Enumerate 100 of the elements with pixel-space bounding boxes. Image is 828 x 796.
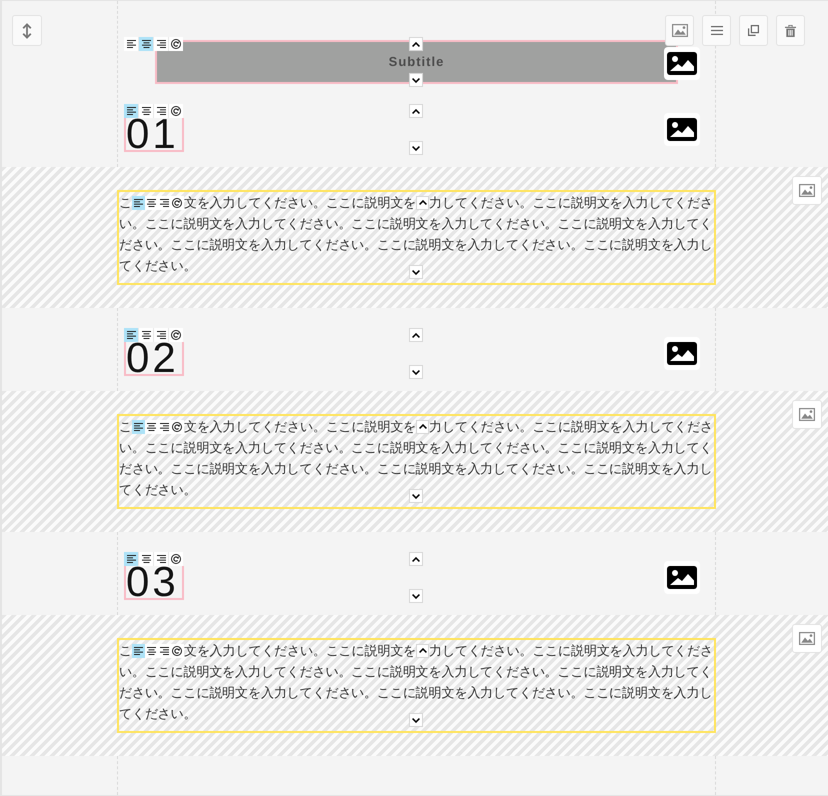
up-down-arrow-icon: [22, 22, 32, 38]
chevron-down-icon: [412, 594, 420, 598]
description-text: こ: [119, 418, 132, 436]
align-center-button[interactable]: [139, 328, 153, 342]
subtitle-text: Subtitle: [388, 54, 444, 69]
chevron-down-icon: [412, 78, 420, 82]
align-right-button[interactable]: [154, 37, 168, 51]
move-down-button[interactable]: [409, 713, 423, 727]
number-text: 02: [126, 342, 179, 374]
chevron-up-icon: [418, 424, 427, 429]
align-center-icon: [142, 40, 150, 48]
align-right-icon: [156, 331, 166, 339]
align-left-icon: [126, 40, 136, 48]
align-left-button[interactable]: [132, 420, 145, 434]
align-left-button[interactable]: [124, 552, 138, 566]
description-text: ださい。ここに説明文を入力してください。ここに説明文を入力してください。ここに説明文を入力し: [119, 460, 712, 478]
align-left-button[interactable]: [124, 104, 138, 118]
description-text: こ: [119, 642, 132, 660]
move-up-button[interactable]: [409, 328, 423, 342]
menu-button[interactable]: [702, 15, 731, 46]
reset-button[interactable]: [169, 104, 183, 118]
image-button[interactable]: [664, 561, 700, 594]
chevron-up-icon: [412, 42, 420, 46]
menu-icon: [710, 26, 722, 35]
align-center-icon: [142, 107, 150, 115]
move-down-button[interactable]: [409, 265, 423, 279]
reset-button[interactable]: [170, 196, 184, 210]
align-right-button[interactable]: [154, 552, 168, 566]
description-text: 力してください。ここに説明文を入力してくださ: [429, 642, 713, 660]
description-text: 文を入力してください。ここに説明文を: [184, 418, 416, 436]
move-down-button[interactable]: [409, 589, 423, 603]
image-icon: [667, 342, 697, 365]
align-right-icon: [156, 555, 166, 563]
reset-button[interactable]: [169, 37, 183, 51]
chevron-down-icon: [412, 494, 420, 498]
align-right-button[interactable]: [158, 420, 171, 434]
chevron-down-icon: [412, 146, 420, 150]
move-button[interactable]: [12, 15, 42, 46]
number-text: 01: [126, 118, 179, 150]
move-up-button[interactable]: [416, 420, 430, 434]
refresh-icon: [172, 422, 182, 432]
move-up-button[interactable]: [409, 552, 423, 566]
description-text: てください。: [119, 705, 196, 723]
align-left-icon: [134, 646, 143, 654]
align-left-icon: [126, 107, 136, 115]
move-up-button[interactable]: [416, 644, 430, 658]
align-center-button[interactable]: [139, 37, 153, 51]
trash-icon: [785, 24, 796, 36]
move-down-button[interactable]: [409, 365, 423, 379]
align-left-icon: [134, 198, 143, 206]
text-block-frame[interactable]: こ 文を入力してください。ここに説明文を 力してください。ここに説明文を入力してくださ い。ここに説明文を入力してください。ここに説明文を入力してください。ここに説明文を入力してく ださい。ここに説明文を入力してください。ここに説明文を入力してください。ここに説明文を入力し てください。: [117, 638, 716, 733]
align-center-button[interactable]: [144, 644, 158, 658]
align-left-button[interactable]: [132, 644, 145, 658]
reset-button[interactable]: [169, 552, 183, 566]
align-right-button[interactable]: [158, 196, 171, 210]
image-icon: [667, 118, 697, 141]
align-right-icon: [160, 646, 169, 654]
reset-button[interactable]: [169, 328, 183, 342]
text-block-frame[interactable]: こ 文を入力してください。ここに説明文を 力してください。ここに説明文を入力してくださ い。ここに説明文を入力してください。ここに説明文を入力してください。ここに説明文を入力してく ださい。ここに説明文を入力してください。ここに説明文を入力してください。ここに説明文を入力し てください。: [117, 190, 716, 285]
align-right-icon: [156, 107, 166, 115]
text-block-frame[interactable]: こ 文を入力してください。ここに説明文を 力してください。ここに説明文を入力してくださ い。ここに説明文を入力してください。ここに説明文を入力してください。ここに説明文を入力してく ださい。ここに説明文を入力してください。ここに説明文を入力してください。ここに説明文を入力し てください。: [117, 414, 716, 509]
description-text: 力してください。ここに説明文を入力してくださ: [429, 194, 713, 212]
duplicate-button[interactable]: [739, 15, 768, 46]
align-center-button[interactable]: [139, 552, 153, 566]
align-right-button[interactable]: [154, 328, 168, 342]
move-down-button[interactable]: [409, 73, 423, 87]
align-center-icon: [146, 198, 156, 206]
chevron-down-icon: [412, 370, 420, 374]
refresh-icon: [171, 106, 181, 116]
copy-icon: [748, 25, 759, 36]
image-icon: [667, 52, 697, 75]
chevron-up-icon: [412, 108, 420, 114]
description-text: ださい。ここに説明文を入力してください。ここに説明文を入力してください。ここに説明文を入力し: [119, 236, 712, 254]
image-button[interactable]: [664, 337, 700, 370]
align-left-button[interactable]: [132, 196, 145, 210]
align-right-button[interactable]: [158, 644, 171, 658]
chevron-up-icon: [412, 556, 420, 562]
align-left-button[interactable]: [124, 328, 138, 342]
delete-button[interactable]: [776, 15, 805, 46]
align-center-button[interactable]: [144, 196, 158, 210]
image-icon: [799, 408, 815, 421]
reset-button[interactable]: [170, 420, 184, 434]
move-up-button[interactable]: [416, 196, 430, 210]
image-button[interactable]: [664, 47, 700, 80]
image-button[interactable]: [664, 113, 700, 146]
image-icon: [799, 632, 815, 645]
align-center-button[interactable]: [144, 420, 158, 434]
align-left-button[interactable]: [124, 37, 138, 51]
chevron-up-icon: [418, 200, 427, 205]
align-right-icon: [160, 422, 169, 430]
move-up-button[interactable]: [409, 104, 423, 118]
move-down-button[interactable]: [409, 489, 423, 503]
move-up-button[interactable]: [409, 37, 423, 51]
align-center-button[interactable]: [139, 104, 153, 118]
align-left-icon: [126, 331, 136, 339]
chevron-up-icon: [412, 332, 420, 338]
reset-button[interactable]: [170, 644, 184, 658]
align-right-button[interactable]: [154, 104, 168, 118]
move-down-button[interactable]: [409, 141, 423, 155]
description-text: い。ここに説明文を入力してください。ここに説明文を入力してください。ここに説明文を入力してく: [119, 215, 712, 233]
